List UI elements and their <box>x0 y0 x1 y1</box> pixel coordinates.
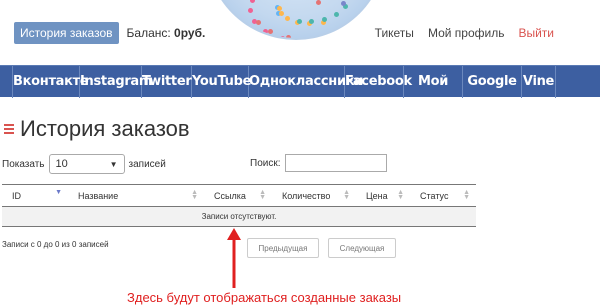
balance: Баланс: 0руб. <box>127 26 206 40</box>
logout-link[interactable]: Выйти <box>518 26 554 40</box>
globe-avatar-dot <box>367 15 373 21</box>
prev-page-button[interactable]: Предыдущая <box>247 238 319 258</box>
globe-avatar-dot <box>256 20 262 26</box>
header-globe-logo <box>206 0 386 40</box>
column-header-name[interactable]: Название ▲ ▼ <box>68 184 204 207</box>
globe-avatar-dot <box>297 18 303 24</box>
globe-avatar-dot <box>367 11 373 17</box>
page-header: История заказов <box>4 116 190 142</box>
column-header-id[interactable]: ID ▼ <box>2 184 68 207</box>
globe-avatar-dot <box>316 0 321 5</box>
nav-item-twitter[interactable]: Twitter <box>142 66 192 98</box>
nav-item-youtube[interactable]: YouTube <box>192 66 251 98</box>
globe-avatar-dot <box>262 28 268 34</box>
sort-icon: ▲ ▼ <box>259 189 266 201</box>
globe-avatar-dot <box>322 17 328 23</box>
search-label: Поиск: <box>250 157 281 169</box>
column-header-link[interactable]: Ссылка ▲ ▼ <box>204 184 272 207</box>
globe-avatar-dot <box>285 35 291 38</box>
sort-icon: ▲ ▼ <box>191 189 198 201</box>
sort-icon: ▲ ▼ <box>397 189 404 201</box>
header-links: Тикеты Мой профиль Выйти <box>375 26 554 40</box>
globe-avatar-dot <box>333 32 339 38</box>
globe-avatar-dot <box>307 37 313 38</box>
globe-avatar-dot <box>334 11 340 17</box>
social-nav-bar: Вконтакте Instagram Twitter YouTube Одно… <box>0 65 600 121</box>
page-size-select[interactable]: 10 ▼ <box>48 154 125 174</box>
nav-item-odnoklassniki[interactable]: Одноклассники <box>249 66 363 98</box>
globe-avatar-dot <box>373 0 379 1</box>
nav-item-facebook[interactable]: Facebook <box>345 66 412 98</box>
tickets-link[interactable]: Тикеты <box>375 26 414 40</box>
next-page-button[interactable]: Следующая <box>328 238 396 258</box>
order-history-button[interactable]: История заказов <box>14 22 119 44</box>
search-input[interactable] <box>284 154 387 172</box>
balance-value: 0руб. <box>174 26 206 40</box>
sort-desc-icon: ▼ <box>55 189 62 196</box>
page-size-value: 10 <box>55 158 68 170</box>
globe-avatar-dot <box>219 6 225 12</box>
column-header-price[interactable]: Цена ▲ ▼ <box>356 184 410 207</box>
table-info: Записи с 0 до 0 из 0 записей <box>2 240 109 249</box>
nav-item-google-plus[interactable]: Google + <box>463 66 522 121</box>
globe-avatar-dot <box>250 0 256 3</box>
globe-avatar-dot <box>279 11 285 17</box>
profile-link[interactable]: Мой профиль <box>428 26 505 40</box>
empty-table-message: Записи отсутствуют. <box>2 206 476 227</box>
orders-table: ID ▼ Название ▲ ▼ Ссылка ▲ ▼ Количество ▲ ▼… <box>2 184 476 227</box>
nav-item-vkontakte[interactable]: Вконтакте <box>12 66 89 98</box>
globe-avatar-dot <box>309 19 315 25</box>
balance-label: Баланс: <box>126 26 171 40</box>
annotation-arrow-icon <box>227 228 241 288</box>
column-header-status[interactable]: Статус ▲ ▼ <box>410 184 476 207</box>
table-row: Записи отсутствуют. <box>2 206 476 227</box>
menu-lines-icon <box>4 123 14 135</box>
sort-icon: ▲ ▼ <box>343 189 350 201</box>
nav-item-moy-mir[interactable]: Мой Мир <box>404 66 463 121</box>
globe-avatar-dot <box>279 35 285 38</box>
search-control: Поиск: <box>250 154 387 172</box>
show-label: Показать <box>2 158 45 170</box>
column-header-quantity[interactable]: Количество ▲ ▼ <box>272 184 356 207</box>
globe-avatar-dot <box>268 29 273 35</box>
table-header-row: ID ▼ Название ▲ ▼ Ссылка ▲ ▼ Количество ▲ ▼… <box>2 184 476 207</box>
page-size-control: Показать 10 ▼ записей <box>2 154 166 174</box>
sort-icon: ▲ ▼ <box>463 189 470 201</box>
globe-avatar-dot <box>284 16 290 22</box>
globe-avatar-dot <box>247 7 253 13</box>
nav-item-instagram[interactable]: Instagram <box>80 66 152 98</box>
header-left: История заказов Баланс: 0руб. <box>14 22 205 44</box>
chevron-down-icon: ▼ <box>109 159 118 169</box>
records-label: записей <box>128 158 166 170</box>
nav-item-vine[interactable]: Vine <box>522 66 556 98</box>
globe-avatar-dot <box>353 24 359 30</box>
annotation-note: Здесь будут отображаться созданные заказ… <box>127 290 402 305</box>
page-title: История заказов <box>20 116 190 141</box>
